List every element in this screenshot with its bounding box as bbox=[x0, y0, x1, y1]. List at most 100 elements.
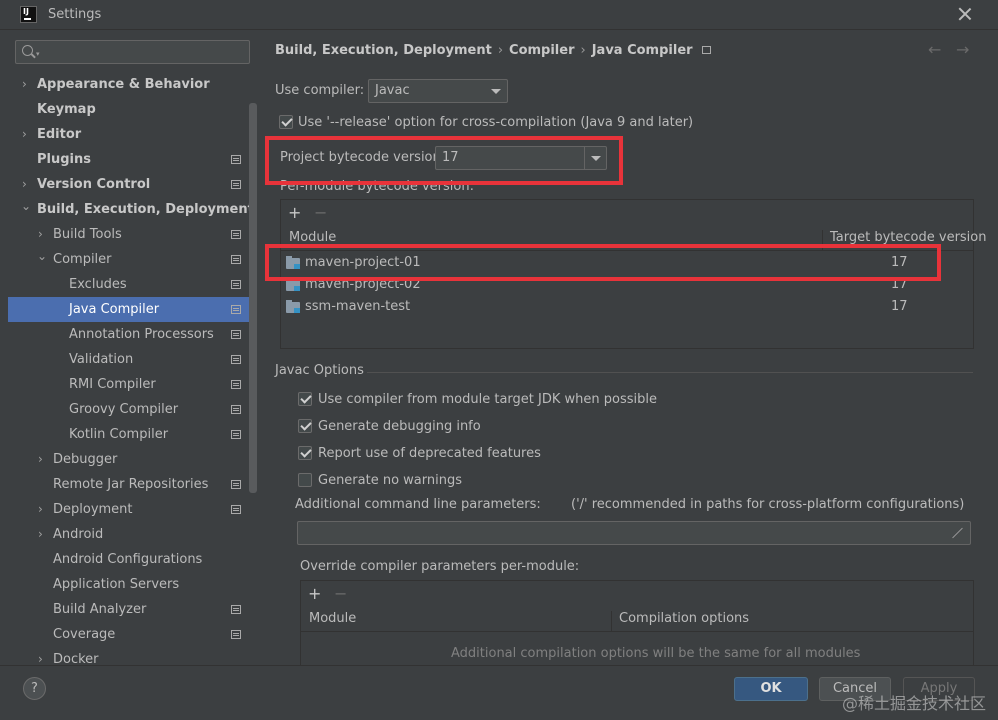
project-level-icon bbox=[231, 405, 241, 414]
release-option-checkbox[interactable] bbox=[279, 115, 293, 129]
sidebar-item-java-compiler[interactable]: Java Compiler bbox=[8, 297, 249, 322]
sidebar-item-keymap[interactable]: Keymap bbox=[8, 97, 249, 122]
sidebar-item-remote-jar-repositories[interactable]: Remote Jar Repositories bbox=[8, 472, 249, 497]
expand-icon[interactable] bbox=[952, 527, 963, 538]
sidebar-item-label: Annotation Processors bbox=[69, 327, 214, 342]
project-level-icon bbox=[231, 305, 241, 314]
sidebar-item-kotlin-compiler[interactable]: Kotlin Compiler bbox=[8, 422, 249, 447]
sidebar-item-plugins[interactable]: Plugins bbox=[8, 147, 249, 172]
sidebar-item-label: Groovy Compiler bbox=[69, 402, 179, 417]
search-icon bbox=[22, 45, 33, 56]
module-target-version[interactable]: 17 bbox=[891, 274, 908, 296]
column-header-target-version[interactable]: Target bytecode version bbox=[822, 230, 987, 250]
forward-arrow-icon[interactable]: → bbox=[956, 40, 969, 59]
additional-params-hint: ('/' recommended in paths for cross-plat… bbox=[571, 497, 965, 512]
table-row[interactable]: ssm-maven-test 17 bbox=[281, 296, 973, 318]
sidebar-item-label: Plugins bbox=[37, 152, 91, 167]
chevron-down-icon[interactable]: ⌄ bbox=[21, 194, 31, 219]
sidebar-item-build-analyzer[interactable]: Build Analyzer bbox=[8, 597, 249, 622]
no-warnings-checkbox[interactable] bbox=[298, 473, 312, 487]
no-warnings-label[interactable]: Generate no warnings bbox=[318, 473, 462, 488]
add-override-button[interactable]: + bbox=[308, 586, 321, 602]
release-option-label[interactable]: Use '--release' option for cross-compila… bbox=[298, 115, 693, 130]
sidebar-item-editor[interactable]: › Editor bbox=[8, 122, 249, 147]
chevron-right-icon[interactable]: › bbox=[22, 122, 32, 147]
sidebar-item-annotation-processors[interactable]: Annotation Processors bbox=[8, 322, 249, 347]
sidebar-item-rmi-compiler[interactable]: RMI Compiler bbox=[8, 372, 249, 397]
intellij-logo-icon: IJ bbox=[20, 6, 37, 23]
sidebar-item-label: Docker bbox=[53, 652, 99, 665]
module-folder-icon bbox=[286, 256, 300, 269]
remove-module-button[interactable]: − bbox=[314, 205, 327, 221]
column-header-compilation-options[interactable]: Compilation options bbox=[611, 611, 749, 631]
ok-button[interactable]: OK bbox=[734, 677, 808, 701]
sidebar-item-excludes[interactable]: Excludes bbox=[8, 272, 249, 297]
project-level-icon bbox=[231, 430, 241, 439]
chevron-down-icon[interactable]: ⌄ bbox=[37, 244, 47, 269]
search-history-chevron-icon[interactable]: ▾ bbox=[36, 50, 40, 58]
add-module-button[interactable]: + bbox=[288, 205, 301, 221]
module-target-version[interactable]: 17 bbox=[891, 296, 908, 318]
use-module-jdk-label[interactable]: Use compiler from module target JDK when… bbox=[318, 392, 657, 407]
chevron-right-icon[interactable]: › bbox=[38, 522, 48, 547]
sidebar-item-deployment[interactable]: › Deployment bbox=[8, 497, 249, 522]
module-target-version[interactable]: 17 bbox=[891, 252, 908, 274]
sidebar-item-label: Android Configurations bbox=[53, 552, 203, 567]
sidebar-scrollbar[interactable] bbox=[249, 103, 257, 493]
chevron-right-icon[interactable]: › bbox=[22, 72, 32, 97]
bytecode-version-label: Project bytecode version: bbox=[280, 150, 446, 165]
sidebar-item-version-control[interactable]: › Version Control bbox=[8, 172, 249, 197]
back-arrow-icon[interactable]: ← bbox=[928, 40, 941, 59]
breadcrumb-item: Compiler bbox=[509, 43, 575, 58]
additional-params-label: Additional command line parameters: bbox=[295, 497, 541, 512]
sidebar-item-debugger[interactable]: › Debugger bbox=[8, 447, 249, 472]
debugging-info-checkbox[interactable] bbox=[298, 419, 312, 433]
table-row[interactable]: maven-project-01 17 bbox=[281, 252, 973, 274]
project-level-icon bbox=[231, 180, 241, 189]
sidebar-item-groovy-compiler[interactable]: Groovy Compiler bbox=[8, 397, 249, 422]
sidebar-item-validation[interactable]: Validation bbox=[8, 347, 249, 372]
close-icon[interactable] bbox=[956, 5, 974, 23]
column-header-module[interactable]: Module bbox=[289, 230, 336, 245]
project-level-icon bbox=[231, 355, 241, 364]
sidebar-item-android[interactable]: › Android bbox=[8, 522, 249, 547]
breadcrumb-separator: › bbox=[497, 43, 504, 58]
use-compiler-select[interactable]: Javac bbox=[368, 79, 508, 103]
additional-params-input[interactable] bbox=[297, 521, 971, 545]
empty-table-text: Additional compilation options will be t… bbox=[451, 646, 861, 661]
module-name: ssm-maven-test bbox=[305, 299, 411, 314]
sidebar-item-label: RMI Compiler bbox=[69, 377, 156, 392]
sidebar-item-compiler[interactable]: ⌄ Compiler bbox=[8, 247, 249, 272]
chevron-right-icon[interactable]: › bbox=[38, 497, 48, 522]
section-divider bbox=[367, 372, 973, 373]
sidebar-item-application-servers[interactable]: Application Servers bbox=[8, 572, 249, 597]
table-row[interactable]: maven-project-02 17 bbox=[281, 274, 973, 296]
use-compiler-label: Use compiler: bbox=[275, 83, 365, 98]
project-level-icon bbox=[231, 255, 241, 264]
sidebar-item-docker[interactable]: › Docker bbox=[8, 647, 249, 665]
sidebar-item-appearance-behavior[interactable]: › Appearance & Behavior bbox=[8, 72, 249, 97]
sidebar-item-android-configurations[interactable]: Android Configurations bbox=[8, 547, 249, 572]
sidebar-item-label: Debugger bbox=[53, 452, 118, 467]
project-level-icon bbox=[231, 280, 241, 289]
breadcrumb-item: Build, Execution, Deployment bbox=[275, 43, 492, 58]
sidebar-item-build-execution-deployment[interactable]: ⌄ Build, Execution, Deployment bbox=[8, 194, 254, 222]
chevron-right-icon[interactable]: › bbox=[38, 447, 48, 472]
sidebar-item-label: Coverage bbox=[53, 627, 116, 642]
deprecated-features-label[interactable]: Report use of deprecated features bbox=[318, 446, 541, 461]
per-module-label: Per-module bytecode version: bbox=[280, 179, 474, 194]
debugging-info-label[interactable]: Generate debugging info bbox=[318, 419, 481, 434]
use-module-jdk-checkbox[interactable] bbox=[298, 392, 312, 406]
java-compiler-page: Build, Execution, Deployment › Compiler › Ja… bbox=[260, 31, 998, 665]
chevron-right-icon[interactable]: › bbox=[38, 647, 48, 665]
project-level-icon bbox=[231, 155, 241, 164]
help-button[interactable]: ? bbox=[23, 677, 46, 700]
bytecode-version-select[interactable]: 17 bbox=[435, 146, 607, 170]
sidebar-item-label: Remote Jar Repositories bbox=[53, 477, 209, 492]
column-header-module[interactable]: Module bbox=[309, 611, 356, 626]
settings-search-input[interactable]: ▾ bbox=[15, 40, 250, 64]
sidebar-item-coverage[interactable]: Coverage bbox=[8, 622, 249, 647]
remove-override-button[interactable]: − bbox=[334, 586, 347, 602]
deprecated-features-checkbox[interactable] bbox=[298, 446, 312, 460]
bytecode-version-value: 17 bbox=[442, 150, 459, 165]
